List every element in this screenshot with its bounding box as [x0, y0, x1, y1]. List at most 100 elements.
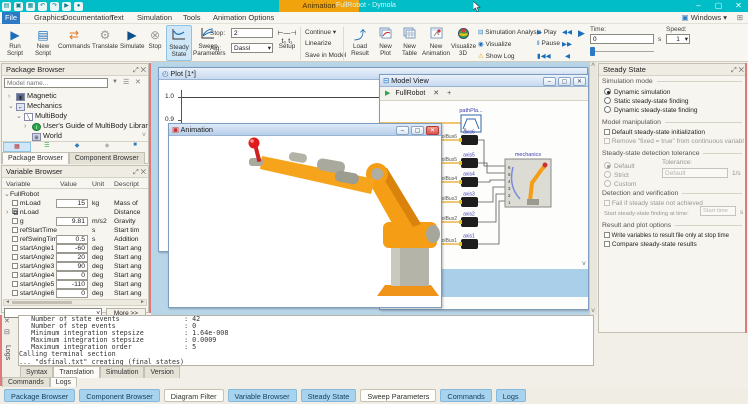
variable-hscrollbar[interactable]: ◄ ►	[3, 299, 147, 306]
check-compare-results[interactable]: Compare steady-state results	[604, 241, 697, 249]
run-script-button[interactable]: ▶Run Script	[2, 25, 28, 61]
checkbox-icon[interactable]	[604, 241, 610, 247]
value-input[interactable]: 90	[56, 262, 88, 271]
load-result-button[interactable]: ⤴Load Result	[347, 25, 373, 61]
time-input[interactable]	[590, 34, 654, 44]
menu-file[interactable]: File	[2, 12, 20, 24]
value-input[interactable]: 15	[56, 199, 88, 208]
float-panel-icon[interactable]: ⤢	[133, 169, 139, 176]
step-forward-button[interactable]: ▶	[578, 28, 585, 39]
translate-button[interactable]: ⚙Translate	[92, 25, 118, 61]
plot-checkbox[interactable]	[12, 290, 18, 296]
steady-state-button[interactable]: Steady State	[166, 25, 192, 61]
tree-scroll-down-icon[interactable]: ˅	[142, 132, 146, 139]
plot-checkbox[interactable]	[12, 236, 18, 242]
window-close-button[interactable]: ✕	[729, 0, 748, 12]
commands-button[interactable]: ⇄Commands	[58, 25, 90, 61]
new-plot-button[interactable]: New Plot	[374, 25, 397, 61]
window-minimize-button[interactable]: –	[396, 126, 409, 135]
variable-row-startangle5[interactable]: startAngle5-110degStart ang	[12, 280, 148, 289]
tab-package-browser[interactable]: Package Browser	[2, 152, 69, 164]
close-panel-icon[interactable]: ✕	[739, 67, 744, 74]
filter-list-button[interactable]: ☰	[33, 142, 61, 152]
model-tab-fullrobot[interactable]: FullRobot	[395, 90, 425, 97]
radio-icon[interactable]	[604, 106, 611, 113]
play-button[interactable]: ▶ Play	[537, 28, 556, 36]
radio-static-steady-state[interactable]: Static steady-state finding	[604, 97, 688, 106]
dock-splitter[interactable]	[0, 315, 2, 386]
add-tab-icon[interactable]: +	[447, 90, 451, 97]
plot-checkbox[interactable]	[12, 218, 18, 224]
skip-back-button[interactable]: ◀◀	[562, 28, 572, 36]
check-default-initialization[interactable]: Default steady-state initialization	[604, 129, 705, 137]
tree-item-users-guide[interactable]: ›iUser's Guide of MultiBody Library	[24, 121, 148, 131]
new-table-button[interactable]: New Table	[398, 25, 421, 61]
check-write-variables[interactable]: Write variables to result file only at s…	[604, 232, 729, 240]
tab-component-browser[interactable]: Component Browser	[69, 152, 145, 164]
plot-checkbox[interactable]	[12, 200, 18, 206]
close-log-icon[interactable]: ✕	[4, 317, 10, 325]
plot-checkbox[interactable]	[12, 227, 18, 233]
value-input[interactable]: -110	[56, 280, 88, 289]
variable-row-startangle1[interactable]: startAngle1-60degStart ang	[12, 244, 148, 253]
window-minimize-button[interactable]: –	[689, 0, 708, 12]
clear-search-icon[interactable]: ✕	[135, 78, 141, 86]
chip-variable-browser[interactable]: Variable Browser	[228, 389, 297, 402]
close-panel-icon[interactable]: ✕	[141, 169, 146, 176]
stop-icon[interactable]: ●	[74, 2, 83, 11]
chevron-down-icon[interactable]: ⌄	[16, 112, 22, 122]
plot-checkbox[interactable]	[12, 263, 18, 269]
keyboard-grid-icon[interactable]: ⊞	[734, 12, 746, 24]
stop-button[interactable]: ⊗Stop	[145, 25, 165, 61]
window-restore-button[interactable]: ▢	[411, 126, 424, 135]
tab-simulation[interactable]: Simulation	[100, 366, 145, 378]
checkbox-icon[interactable]	[604, 232, 610, 238]
float-panel-icon[interactable]: ⤢	[731, 67, 737, 74]
continue-button[interactable]: Continue ▾	[305, 28, 336, 36]
value-input[interactable]: 0.5	[56, 235, 88, 244]
chip-component-browser[interactable]: Component Browser	[79, 389, 160, 402]
value-input[interactable]: 0	[56, 271, 88, 280]
variable-row-startangle3[interactable]: startAngle390degStart ang	[12, 262, 148, 271]
window-minimize-button[interactable]: –	[543, 77, 556, 86]
redo-icon[interactable]: ↷	[50, 2, 59, 11]
chip-sweep-parameters[interactable]: Sweep Parameters	[360, 389, 436, 402]
filter-diamond-blue-button[interactable]: ◆	[63, 142, 91, 152]
show-log-button[interactable]: ⚠ Show Log	[478, 52, 515, 60]
variable-row-mload[interactable]: mLoad15kgMass of	[12, 199, 148, 208]
value-input[interactable]: -60	[56, 244, 88, 253]
chevron-right-icon[interactable]: ›	[24, 122, 30, 131]
scroll-left-icon[interactable]: ◄	[5, 299, 10, 305]
mechanics-block[interactable]: mechanics 6 5 4 3 2 1	[505, 152, 551, 207]
filter-funnel-icon[interactable]: ▼	[112, 79, 118, 85]
flat-list-icon[interactable]: ☰	[123, 78, 129, 86]
pathplanning-block[interactable]: pathPla... 6	[459, 108, 483, 132]
new-script-button[interactable]: ▤New Script	[30, 25, 56, 61]
visualize-3d-button[interactable]: Visualize 3D	[451, 25, 475, 61]
window-restore-button[interactable]: ▢	[558, 77, 571, 86]
variable-row-refstarttime[interactable]: refStartTimesStart tim	[12, 226, 148, 235]
tree-item-multibody[interactable]: ⌄╲MultiBody	[16, 111, 67, 121]
chip-diagram-filter[interactable]: Diagram Filter	[164, 389, 224, 402]
value-input[interactable]: 9.81	[56, 217, 88, 226]
window-maximize-button[interactable]: ▢	[709, 0, 728, 12]
tab-version[interactable]: Version	[144, 366, 179, 378]
save-in-model-button[interactable]: Save in Model	[305, 52, 346, 59]
plot-checkbox[interactable]	[12, 254, 18, 260]
window-close-button[interactable]: ✕	[426, 126, 439, 135]
tree-item-magnetic[interactable]: ›▮Magnetic	[8, 91, 57, 101]
plot-checkbox[interactable]	[12, 272, 18, 278]
tab-commands[interactable]: Commands	[2, 377, 50, 387]
chip-logs[interactable]: Logs	[496, 389, 526, 402]
stop-time-input[interactable]	[231, 28, 273, 38]
scroll-down-icon[interactable]: ˅	[591, 308, 595, 315]
plot-checkbox[interactable]	[12, 281, 18, 287]
new-animation-button[interactable]: New Animation	[422, 25, 450, 61]
radio-dynamic-steady-state[interactable]: Dynamic steady-state finding	[604, 106, 697, 115]
diagram-scroll-down-icon[interactable]: ˅	[582, 261, 586, 268]
chip-steady-state[interactable]: Steady State	[301, 389, 357, 402]
chip-commands[interactable]: Commands	[440, 389, 491, 402]
variable-row-g[interactable]: g9.81m/s2Gravity	[12, 217, 148, 226]
visualize-button[interactable]: ◉ Visualize	[478, 40, 511, 48]
windows-menu[interactable]: ▣ Windows ▾	[679, 12, 730, 24]
